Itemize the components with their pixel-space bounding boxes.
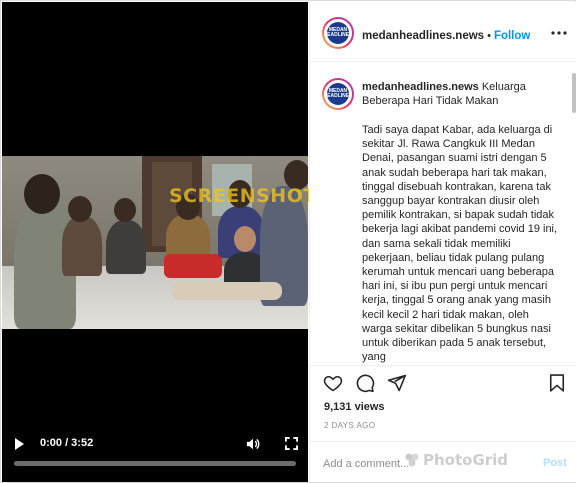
heart-icon[interactable] xyxy=(323,373,343,393)
caption-scrollbar[interactable] xyxy=(572,73,576,113)
video-frame[interactable] xyxy=(2,156,308,329)
caption-body: Tadi saya dapat Kabar, ada keluarga di s… xyxy=(362,124,558,364)
header-account-line: medanheadlines.news • Follow xyxy=(362,26,530,44)
post-comment-button[interactable]: Post xyxy=(543,457,567,469)
video-person-head xyxy=(68,196,92,222)
avatar-logo: MEDAN HEADLINES xyxy=(325,22,351,44)
view-count[interactable]: 9,131 views xyxy=(324,401,385,413)
video-player[interactable]: 0:00 / 3:52 xyxy=(2,2,308,482)
video-person xyxy=(62,216,102,276)
post-date[interactable]: 2 DAYS AGO xyxy=(324,421,375,430)
caption-avatar-frame: MEDAN HEADLINES xyxy=(324,80,352,108)
caption-area[interactable]: MEDAN HEADLINES medanheadlines.news Kelu… xyxy=(310,63,576,365)
post-header: MEDAN HEADLINES medanheadlines.news • Foll… xyxy=(310,2,576,62)
photogrid-logo-icon xyxy=(405,453,419,467)
photogrid-watermark: PhotoGrid xyxy=(404,451,508,469)
video-person-head xyxy=(114,198,136,222)
caption-avatar[interactable]: MEDAN HEADLINES xyxy=(322,78,354,110)
video-person-head xyxy=(24,174,60,214)
video-person-legs xyxy=(172,282,282,300)
caption-header: medanheadlines.news Keluarga Beberapa Ha… xyxy=(362,80,567,108)
volume-icon[interactable] xyxy=(246,437,260,451)
comment-bar: PhotoGrid Post xyxy=(310,441,576,483)
video-person-head xyxy=(234,226,256,252)
bookmark-icon[interactable] xyxy=(547,373,567,393)
caption-avatar-logo: MEDAN HEADLINES xyxy=(325,83,351,105)
video-time: 0:00 / 3:52 xyxy=(40,437,94,449)
video-red-cloth xyxy=(164,254,222,278)
header-username[interactable]: medanheadlines.news xyxy=(362,30,484,42)
more-dots-icon[interactable] xyxy=(551,31,567,35)
photogrid-watermark-text: PhotoGrid xyxy=(423,451,509,469)
comment-icon[interactable] xyxy=(355,373,375,393)
follow-button[interactable]: Follow xyxy=(494,30,530,42)
paper-plane-icon[interactable] xyxy=(387,373,407,393)
post-side-panel: MEDAN HEADLINES medanheadlines.news • Foll… xyxy=(309,2,576,482)
post-actions: 9,131 views 2 DAYS AGO PhotoGrid Post xyxy=(310,365,576,482)
video-person xyxy=(106,220,146,274)
avatar[interactable]: MEDAN HEADLINES xyxy=(322,17,354,49)
post-dialog: 0:00 / 3:52 SCREENSHOT BY MEDAN HEADLINE… xyxy=(0,0,576,483)
video-controls: 0:00 / 3:52 xyxy=(2,434,308,454)
header-separator: • xyxy=(487,30,491,42)
fullscreen-icon[interactable] xyxy=(285,437,298,450)
video-progress-bar[interactable] xyxy=(14,461,296,466)
avatar-frame: MEDAN HEADLINES xyxy=(324,19,352,47)
play-icon[interactable] xyxy=(15,438,24,450)
caption-username[interactable]: medanheadlines.news xyxy=(362,81,479,93)
